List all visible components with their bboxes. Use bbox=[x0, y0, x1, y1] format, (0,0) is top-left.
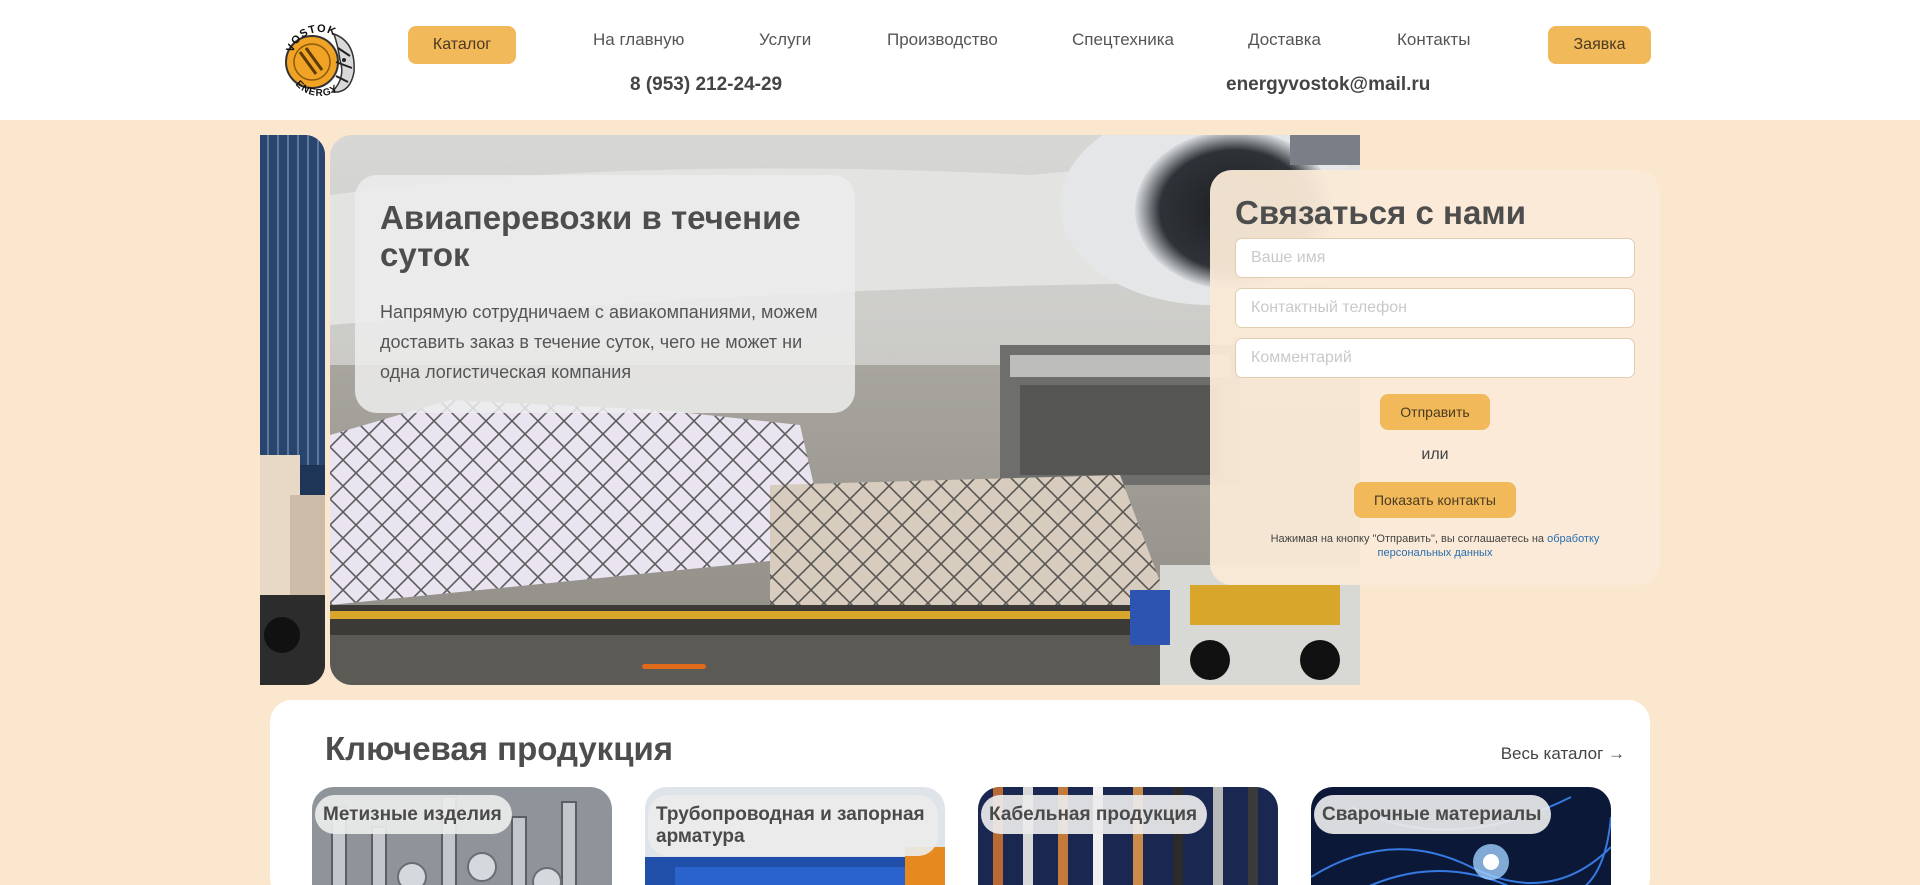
hero-title: Авиаперевозки в течение суток bbox=[380, 199, 801, 273]
consent-text: Нажимая на кнопку "Отправить", вы соглаш… bbox=[1270, 533, 1548, 545]
send-button[interactable]: Отправить bbox=[1380, 394, 1490, 430]
contact-form-title: Связаться с нами bbox=[1235, 194, 1526, 231]
product-card-cables[interactable]: Кабельная продукция bbox=[978, 787, 1278, 885]
product-card-label: Метизные изделия bbox=[315, 795, 512, 834]
previous-slide-peek[interactable] bbox=[260, 135, 325, 685]
product-card-label: Трубопроводная и запорная арматура bbox=[648, 795, 938, 856]
nav-delivery[interactable]: Доставка bbox=[1248, 30, 1321, 50]
key-products-section: Ключевая продукция Весь каталог → Метизн… bbox=[270, 700, 1650, 885]
contact-form: Связаться с нами Отправить или Показать … bbox=[1210, 170, 1660, 585]
or-separator: или bbox=[1421, 446, 1449, 463]
hero-description: Напрямую сотрудничаем с авиакомпаниями, … bbox=[380, 302, 818, 382]
show-contacts-button[interactable]: Показать контакты bbox=[1354, 482, 1516, 518]
product-card-label: Сварочные материалы bbox=[1314, 795, 1552, 834]
nav-special-equipment[interactable]: Спецтехника bbox=[1072, 30, 1174, 50]
header-phone[interactable]: 8 (953) 212-24-29 bbox=[630, 74, 782, 96]
name-input[interactable] bbox=[1235, 238, 1635, 278]
product-card-label: Кабельная продукция bbox=[981, 795, 1208, 834]
nav-production[interactable]: Производство bbox=[887, 30, 998, 50]
catalog-button[interactable]: Каталог bbox=[408, 26, 516, 64]
slider-indicator-active[interactable] bbox=[642, 664, 706, 669]
phone-input[interactable] bbox=[1235, 288, 1635, 328]
nav-home[interactable]: На главную bbox=[593, 30, 684, 50]
product-card-fasteners[interactable]: Метизные изделия bbox=[312, 787, 612, 885]
full-catalog-link[interactable]: Весь каталог → bbox=[1501, 744, 1625, 764]
containers-truck-image bbox=[260, 135, 325, 685]
product-card-welding[interactable]: Сварочные материалы bbox=[1311, 787, 1611, 885]
company-logo[interactable]: VOSTOK ENERGY bbox=[270, 12, 370, 108]
comment-input[interactable] bbox=[1235, 338, 1635, 378]
header-email[interactable]: energyvostok@mail.ru bbox=[1226, 74, 1430, 96]
site-header: VOSTOK ENERGY Каталог На главную Услуги … bbox=[0, 0, 1920, 120]
section-title: Ключевая продукция bbox=[325, 730, 674, 767]
slider-indicators bbox=[642, 664, 706, 669]
nav-services[interactable]: Услуги bbox=[759, 30, 811, 50]
product-card-pipe-fittings[interactable]: Трубопроводная и запорная арматура bbox=[645, 787, 945, 885]
request-button[interactable]: Заявка bbox=[1548, 26, 1651, 64]
consent-notice: Нажимая на кнопку "Отправить", вы соглаш… bbox=[1235, 532, 1635, 560]
hero-caption: Авиаперевозки в течение суток Напрямую с… bbox=[355, 175, 855, 413]
nav-contacts[interactable]: Контакты bbox=[1397, 30, 1470, 50]
